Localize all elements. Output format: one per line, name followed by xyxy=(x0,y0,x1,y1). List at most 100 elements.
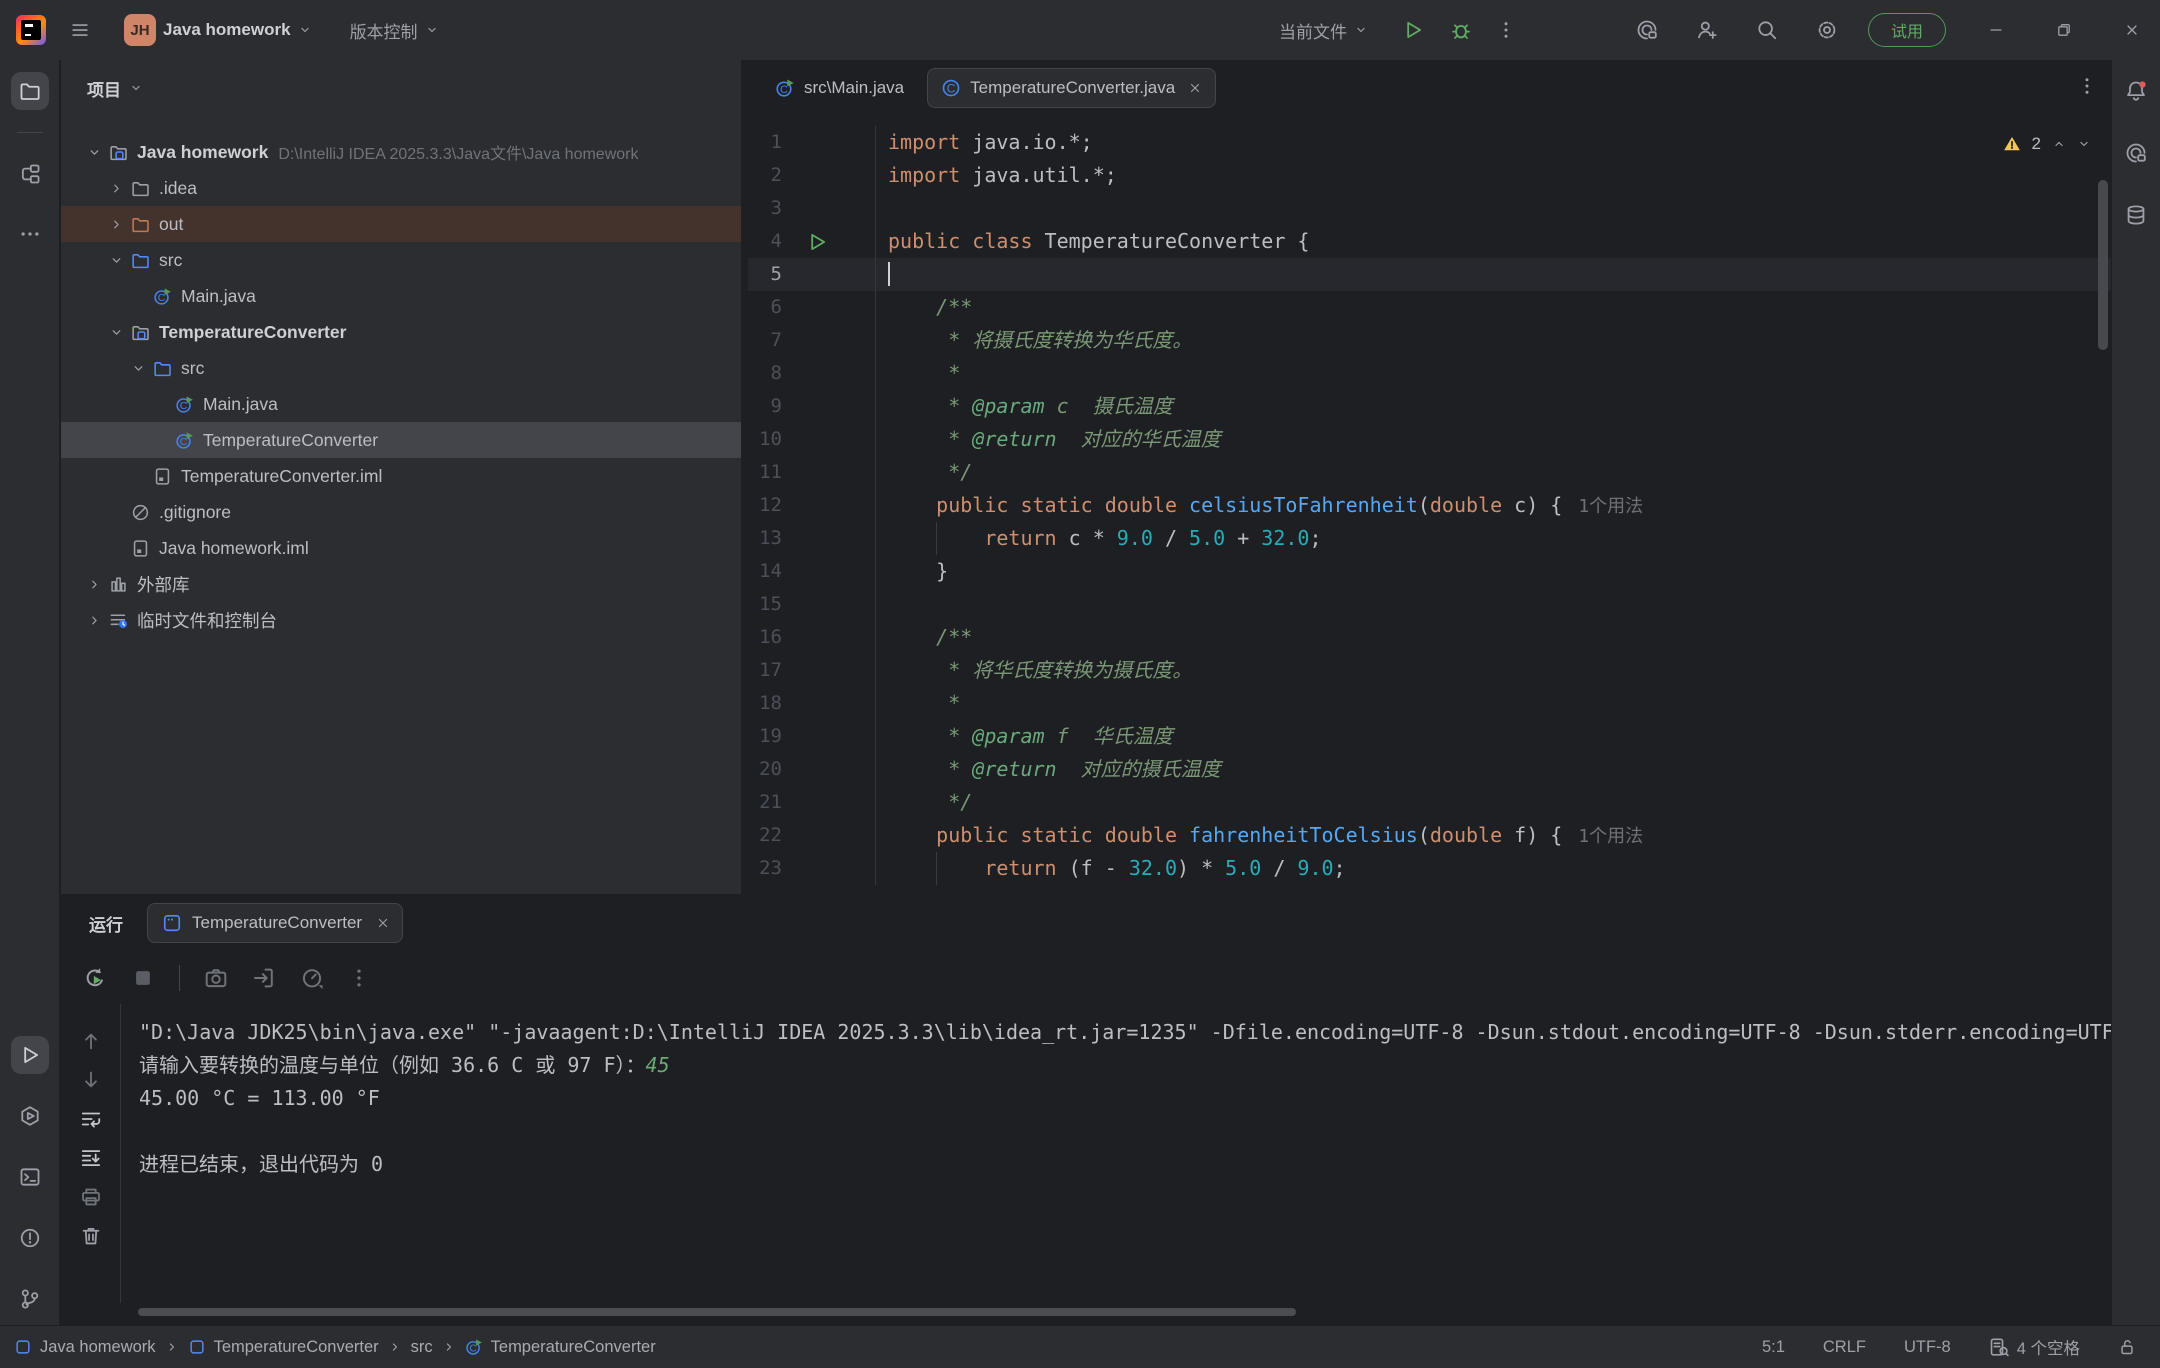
chevron-right-icon[interactable] xyxy=(105,217,127,232)
chevron-down-icon[interactable] xyxy=(127,361,149,376)
prev-warning-icon[interactable] xyxy=(2052,137,2066,151)
chevron-down-icon[interactable] xyxy=(105,253,127,268)
tree-item-外部库[interactable]: 外部库 xyxy=(61,566,741,602)
tool-services-button[interactable] xyxy=(11,1097,49,1135)
vcs-widget[interactable]: 版本控制 xyxy=(342,12,447,49)
notifications-button[interactable] xyxy=(2117,72,2155,110)
profiler-icon[interactable] xyxy=(300,966,324,990)
tab-main-java[interactable]: C src\Main.java xyxy=(762,68,917,108)
indent-widget[interactable]: 4 个空格 xyxy=(1989,1335,2080,1359)
code-line-5[interactable]: 5 xyxy=(748,258,2111,291)
code-line-9[interactable]: 9 * @param c 摄氏温度 xyxy=(748,390,2111,423)
code-editor[interactable]: 1import java.io.*;2import java.util.*;34… xyxy=(748,116,2111,894)
breadcrumb-item[interactable]: src xyxy=(411,1338,433,1357)
code-line-22[interactable]: 22 public static double fahrenheitToCels… xyxy=(748,819,2111,852)
tree-item-main-java[interactable]: CMain.java xyxy=(61,278,741,314)
code-line-6[interactable]: 6 /** xyxy=(748,291,2111,324)
lock-open-icon[interactable] xyxy=(2118,1338,2136,1356)
code-line-4[interactable]: 4public class TemperatureConverter { xyxy=(748,225,2111,258)
debug-button-icon[interactable] xyxy=(1450,19,1472,41)
next-warning-icon[interactable] xyxy=(2077,137,2091,151)
settings-icon[interactable] xyxy=(1816,19,1838,41)
inspection-widget[interactable]: 2 xyxy=(2003,134,2091,154)
tree-item--idea[interactable]: .idea xyxy=(61,170,741,206)
code-line-7[interactable]: 7 * 将摄氏度转换为华氏度。 xyxy=(748,324,2111,357)
project-panel-header[interactable]: 项目 xyxy=(61,60,741,116)
code-line-19[interactable]: 19 * @param f 华氏温度 xyxy=(748,720,2111,753)
console-more-icon[interactable] xyxy=(348,967,370,989)
tree-item-java-homework-iml[interactable]: Java homework.iml xyxy=(61,530,741,566)
soft-wrap-icon[interactable] xyxy=(80,1108,102,1130)
thread-dump-icon[interactable] xyxy=(204,966,228,990)
code-line-18[interactable]: 18 * xyxy=(748,687,2111,720)
up-stack-trace-icon[interactable] xyxy=(80,1030,102,1052)
code-line-11[interactable]: 11 */ xyxy=(748,456,2111,489)
chevron-down-icon[interactable] xyxy=(105,325,127,340)
window-minimize-button[interactable] xyxy=(1976,10,2016,50)
project-widget[interactable]: JH Java homework xyxy=(116,8,320,52)
tool-structure-button[interactable] xyxy=(11,155,49,193)
run-configuration-selector[interactable]: 当前文件 xyxy=(1271,12,1376,49)
code-line-17[interactable]: 17 * 将华氏度转换为摄氏度。 xyxy=(748,654,2111,687)
tool-project-button[interactable] xyxy=(11,72,49,110)
tree-item-java-homework[interactable]: Java homeworkD:\IntelliJ IDEA 2025.3.3\J… xyxy=(61,134,741,170)
tree-item--gitignore[interactable]: .gitignore xyxy=(61,494,741,530)
tree-item-out[interactable]: out xyxy=(61,206,741,242)
run-line-icon[interactable] xyxy=(806,231,828,253)
tree-item-temperatureconverter-iml[interactable]: TemperatureConverter.iml xyxy=(61,458,741,494)
run-button-icon[interactable] xyxy=(1402,19,1424,41)
ai-assistant-icon[interactable] xyxy=(1636,19,1658,41)
chevron-right-icon[interactable] xyxy=(83,577,105,592)
code-line-21[interactable]: 21 */ xyxy=(748,786,2111,819)
tool-more-button[interactable] xyxy=(11,215,49,253)
code-line-13[interactable]: 13 return c * 9.0 / 5.0 + 32.0; xyxy=(748,522,2111,555)
tab-temperatureconverter-java[interactable]: C TemperatureConverter.java xyxy=(927,68,1216,108)
down-stack-trace-icon[interactable] xyxy=(80,1069,102,1091)
code-line-2[interactable]: 2import java.util.*; xyxy=(748,159,2111,192)
tree-item-临时文件和控制台[interactable]: 临时文件和控制台 xyxy=(61,602,741,638)
caret-position-widget[interactable]: 5:1 xyxy=(1762,1338,1785,1357)
tool-problems-button[interactable] xyxy=(11,1219,49,1257)
chevron-right-icon[interactable] xyxy=(83,613,105,628)
ai-assistant-tool-button[interactable] xyxy=(2117,134,2155,172)
rerun-icon[interactable] xyxy=(83,966,107,990)
run-tab-close-icon[interactable] xyxy=(376,916,390,930)
run-tab[interactable]: TemperatureConverter xyxy=(147,903,403,943)
code-line-12[interactable]: 12 public static double celsiusToFahrenh… xyxy=(748,489,2111,522)
window-restore-button[interactable] xyxy=(2044,10,2084,50)
breadcrumb-item[interactable]: CTemperatureConverter xyxy=(465,1338,656,1357)
tab-options-icon[interactable] xyxy=(2077,76,2097,96)
stop-icon[interactable] xyxy=(131,966,155,990)
code-line-3[interactable]: 3 xyxy=(748,192,2111,225)
import-icon[interactable] xyxy=(252,966,276,990)
console-horizontal-scrollbar[interactable] xyxy=(138,1308,1296,1316)
main-menu-icon[interactable] xyxy=(70,20,90,40)
search-everywhere-icon[interactable] xyxy=(1756,19,1778,41)
tree-item-src[interactable]: src xyxy=(61,350,741,386)
tool-run-button[interactable] xyxy=(11,1036,49,1074)
tree-item-src[interactable]: src xyxy=(61,242,741,278)
tree-item-temperatureconverter[interactable]: TemperatureConverter xyxy=(61,314,741,350)
code-with-me-icon[interactable] xyxy=(1696,19,1718,41)
code-line-15[interactable]: 15 xyxy=(748,588,2111,621)
console-output[interactable]: "D:\Java JDK25\bin\java.exe" "-javaagent… xyxy=(122,1004,2111,1303)
code-line-1[interactable]: 1import java.io.*; xyxy=(748,126,2111,159)
window-close-button[interactable] xyxy=(2112,10,2152,50)
code-line-16[interactable]: 16 /** xyxy=(748,621,2111,654)
editor-vertical-scrollbar[interactable] xyxy=(2098,180,2108,350)
print-icon[interactable] xyxy=(80,1186,102,1208)
more-actions-icon[interactable] xyxy=(1496,20,1516,40)
chevron-down-icon[interactable] xyxy=(83,145,105,160)
breadcrumb-item[interactable]: TemperatureConverter xyxy=(188,1338,379,1357)
tool-terminal-button[interactable] xyxy=(11,1158,49,1196)
chevron-right-icon[interactable] xyxy=(105,181,127,196)
tab-close-icon[interactable] xyxy=(1188,81,1202,95)
trial-button[interactable]: 试用 xyxy=(1868,13,1946,47)
encoding-widget[interactable]: UTF-8 xyxy=(1904,1338,1951,1357)
clear-console-icon[interactable] xyxy=(80,1225,102,1247)
code-line-14[interactable]: 14 } xyxy=(748,555,2111,588)
tool-git-button[interactable] xyxy=(11,1280,49,1318)
code-line-10[interactable]: 10 * @return 对应的华氏温度 xyxy=(748,423,2111,456)
code-line-23[interactable]: 23 return (f - 32.0) * 5.0 / 9.0; xyxy=(748,852,2111,885)
code-line-20[interactable]: 20 * @return 对应的摄氏温度 xyxy=(748,753,2111,786)
